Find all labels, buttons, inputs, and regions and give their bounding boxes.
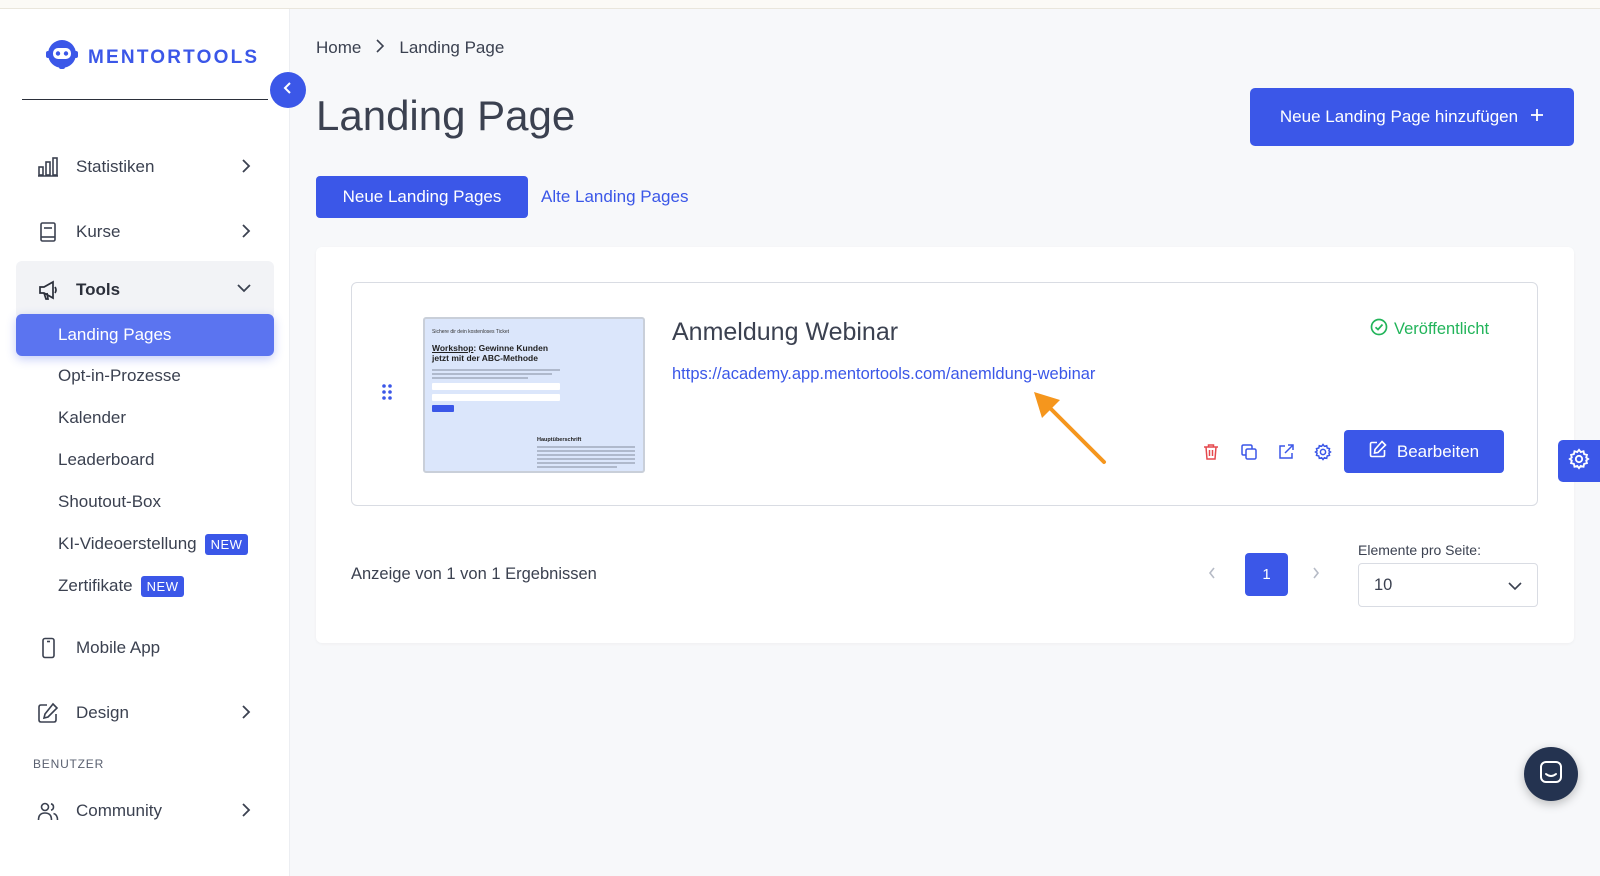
chevron-right-icon: [375, 38, 385, 58]
sidebar-subitem-label: Shoutout-Box: [58, 492, 162, 511]
new-badge: NEW: [140, 575, 185, 597]
sidebar-item-kurse[interactable]: Kurse: [16, 203, 274, 261]
edit-button[interactable]: Bearbeiten: [1344, 430, 1504, 473]
result-summary: Anzeige von 1 von 1 Ergebnissen: [351, 565, 597, 583]
tab-neue-landing-pages[interactable]: Neue Landing Pages: [316, 176, 528, 218]
sidebar-item-label: Kurse: [76, 222, 121, 241]
sidebar-subitem-opt-in[interactable]: Opt-in-Prozesse: [16, 355, 274, 397]
chevron-left-icon: [282, 81, 294, 100]
sidebar-item-mobile-app[interactable]: Mobile App: [16, 619, 274, 677]
sidebar-item-label: Design: [76, 703, 129, 722]
pagination-prev-icon[interactable]: [1207, 565, 1217, 586]
thumbnail-subheading: Hauptüberschrift: [537, 437, 582, 443]
thumbnail-ticket-text: Sichere dir dein kostenloses Ticket: [432, 329, 509, 335]
new-badge: NEW: [204, 533, 249, 555]
robot-logo-icon: [44, 37, 80, 78]
sidebar-subitem-zertifikate[interactable]: Zertifikate NEW: [16, 565, 274, 607]
bar-chart-icon: [36, 155, 60, 179]
sidebar-subitem-label: Landing Pages: [58, 325, 172, 344]
landing-page-title: Anmeldung Webinar: [672, 318, 899, 346]
breadcrumb-home-link[interactable]: Home: [316, 38, 361, 58]
breadcrumb: Home Landing Page: [316, 38, 504, 58]
per-page-select[interactable]: 10: [1358, 563, 1538, 607]
pagination-next-icon[interactable]: [1311, 565, 1321, 586]
browser-top-strip: [0, 0, 1600, 9]
sidebar-item-statistiken[interactable]: Statistiken: [16, 138, 274, 196]
sidebar-item-label: Mobile App: [76, 638, 161, 657]
sidebar-item-community[interactable]: Community: [16, 782, 274, 840]
sidebar-subitem-label: Leaderboard: [58, 450, 155, 469]
status-text: Veröffentlicht: [1394, 320, 1490, 338]
per-page-label: Elemente pro Seite:: [1358, 542, 1481, 558]
chevron-right-icon: [240, 158, 252, 179]
sidebar-subitem-label: Zertifikate: [58, 576, 133, 595]
chevron-right-icon: [240, 802, 252, 823]
gear-icon[interactable]: [1311, 440, 1335, 464]
sidebar-subitem-landing-pages[interactable]: Landing Pages: [16, 314, 274, 356]
edit-button-label: Bearbeiten: [1396, 441, 1480, 461]
book-icon: [36, 220, 60, 244]
sidebar-divider: [22, 99, 268, 100]
sidebar-subitem-leaderboard[interactable]: Leaderboard: [16, 439, 274, 481]
sidebar-subitem-label: KI-Videoerstellung: [58, 534, 197, 553]
gear-icon: [1568, 447, 1590, 475]
pencil-square-icon: [36, 701, 60, 725]
section-label-benutzer: BENUTZER: [33, 757, 105, 771]
page-title: Landing Page: [316, 92, 576, 139]
tab-alte-landing-pages[interactable]: Alte Landing Pages: [541, 176, 688, 218]
sidebar-item-label: Tools: [76, 280, 121, 299]
drag-handle-icon[interactable]: [382, 384, 392, 405]
sidebar-subitem-label: Kalender: [58, 408, 127, 427]
chevron-down-icon: [236, 281, 252, 299]
plus-icon: [1530, 107, 1544, 127]
smartphone-icon: [36, 636, 60, 660]
chevron-down-icon: [1507, 578, 1523, 597]
sidebar-item-label: Statistiken: [76, 157, 155, 176]
megaphone-icon: [36, 278, 60, 302]
check-circle-icon: [1370, 318, 1388, 341]
chevron-right-icon: [240, 704, 252, 725]
add-landing-page-label: Neue Landing Page hinzufügen: [1279, 107, 1519, 126]
thumbnail-headline: Workshop: Gewinne Kunden jetzt mit der A…: [432, 343, 549, 363]
edit-icon: [1369, 440, 1387, 463]
sidebar-collapse-button[interactable]: [270, 72, 306, 108]
external-link-icon[interactable]: [1274, 440, 1298, 464]
sidebar-subitem-kalender[interactable]: Kalender: [16, 397, 274, 439]
settings-panel-button[interactable]: [1558, 440, 1600, 482]
duplicate-icon[interactable]: [1237, 440, 1261, 464]
per-page-value: 10: [1374, 575, 1393, 594]
trash-icon[interactable]: [1199, 440, 1223, 464]
brand-name: MENTORTOOLS: [88, 46, 260, 68]
logo[interactable]: MENTORTOOLS: [44, 37, 259, 78]
sidebar-item-label: Community: [76, 801, 162, 820]
status-badge: Veröffentlicht: [1370, 318, 1489, 341]
chat-launcher-button[interactable]: [1524, 747, 1578, 801]
sidebar-subitem-ki-videoerstellung[interactable]: KI-Videoerstellung NEW: [16, 523, 274, 565]
annotation-arrow-icon: [1030, 390, 1110, 475]
chevron-right-icon: [240, 223, 252, 244]
sidebar-subitem-shoutout-box[interactable]: Shoutout-Box: [16, 481, 274, 523]
pagination-page-1[interactable]: 1: [1245, 553, 1288, 596]
landing-page-url-link[interactable]: https://academy.app.mentortools.com/anem…: [672, 365, 1095, 384]
sidebar-item-tools[interactable]: Tools: [16, 261, 274, 319]
breadcrumb-current: Landing Page: [399, 38, 505, 57]
landing-page-thumbnail[interactable]: Sichere dir dein kostenloses Ticket Work…: [423, 317, 645, 473]
sidebar-subitem-label: Opt-in-Prozesse: [58, 366, 181, 385]
sidebar: MENTORTOOLS Statistiken Kurse Tools Land…: [0, 9, 290, 876]
add-landing-page-button[interactable]: Neue Landing Page hinzufügen: [1250, 88, 1574, 146]
chat-icon: [1538, 759, 1564, 790]
sidebar-item-design[interactable]: Design: [16, 684, 274, 742]
users-icon: [36, 799, 60, 823]
